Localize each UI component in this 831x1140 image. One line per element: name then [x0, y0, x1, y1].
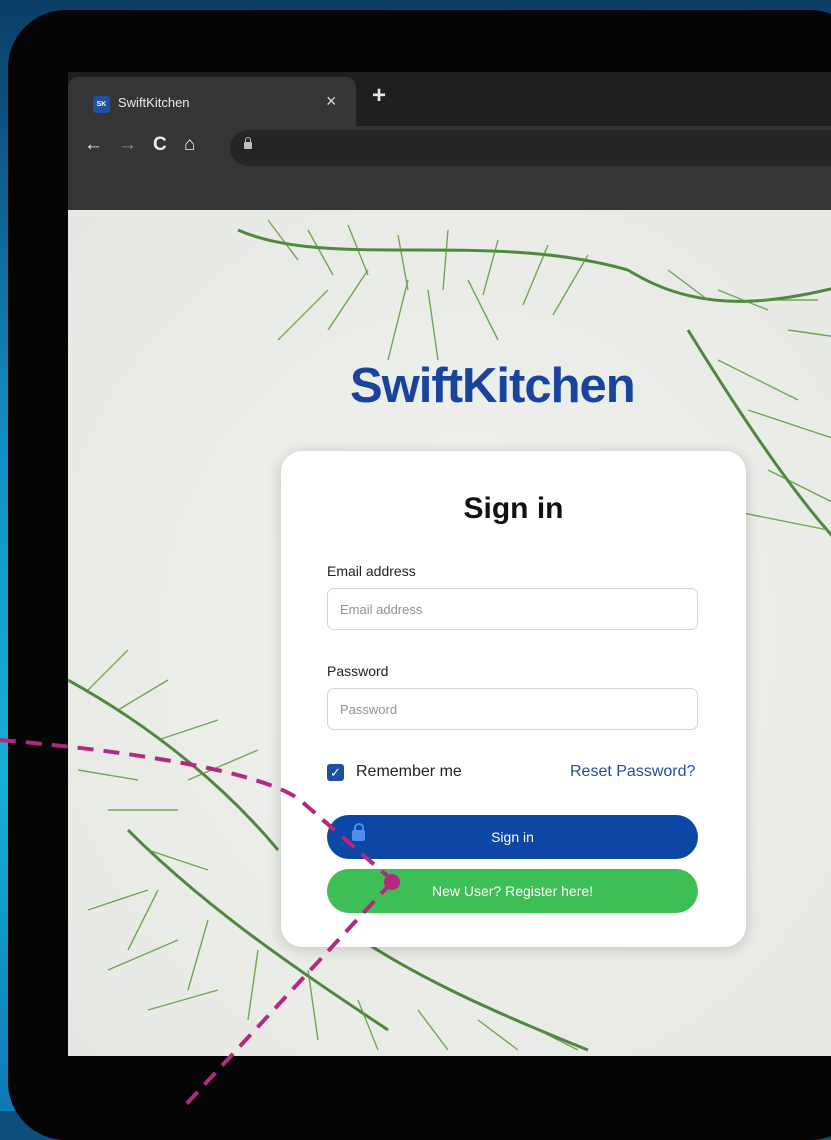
address-bar[interactable]	[230, 130, 831, 166]
brand-logo: SwiftKitchen	[350, 359, 636, 413]
password-field[interactable]	[327, 688, 698, 730]
tab-title: SwiftKitchen	[118, 95, 190, 110]
back-arrow-icon[interactable]: ←	[84, 134, 103, 156]
register-button[interactable]: New User? Register here!	[327, 869, 698, 913]
lock-icon	[352, 823, 365, 841]
tab-bar: SK SwiftKitchen × +	[68, 72, 831, 126]
sign-in-button-label: Sign in	[491, 829, 534, 845]
card-title: Sign in	[463, 492, 564, 525]
sign-in-card: Sign in Email address Password ✓ Remembe…	[281, 451, 746, 947]
password-label: Password	[327, 663, 389, 679]
remember-checkbox[interactable]: ✓	[327, 764, 344, 781]
reload-icon[interactable]: C	[153, 134, 167, 156]
favicon-icon: SK	[93, 96, 110, 113]
lock-icon	[244, 137, 252, 149]
close-icon[interactable]: ×	[326, 91, 337, 112]
laptop-bezel-bottom	[60, 1056, 831, 1116]
plus-icon[interactable]: +	[372, 82, 386, 110]
register-button-label: New User? Register here!	[431, 883, 594, 899]
email-field[interactable]	[327, 588, 698, 630]
forward-arrow-icon[interactable]: →	[118, 134, 137, 156]
home-icon[interactable]: ⌂	[184, 134, 195, 156]
login-page: SwiftKitchen Sign in Email address Passw…	[68, 210, 831, 1066]
laptop-frame: SK SwiftKitchen × + ← → C ⌂ SwiftKitchen…	[8, 10, 831, 1140]
sign-in-button[interactable]: Sign in	[327, 815, 698, 859]
email-label: Email address	[327, 563, 416, 579]
reset-password-link[interactable]: Reset Password?	[570, 763, 695, 781]
browser-tab[interactable]: SK SwiftKitchen ×	[68, 77, 356, 126]
remember-label: Remember me	[356, 763, 462, 780]
browser-window: SK SwiftKitchen × + ← → C ⌂ SwiftKitchen…	[68, 72, 831, 1066]
browser-toolbar: ← → C ⌂	[68, 126, 831, 172]
bookmark-bar	[68, 172, 831, 210]
